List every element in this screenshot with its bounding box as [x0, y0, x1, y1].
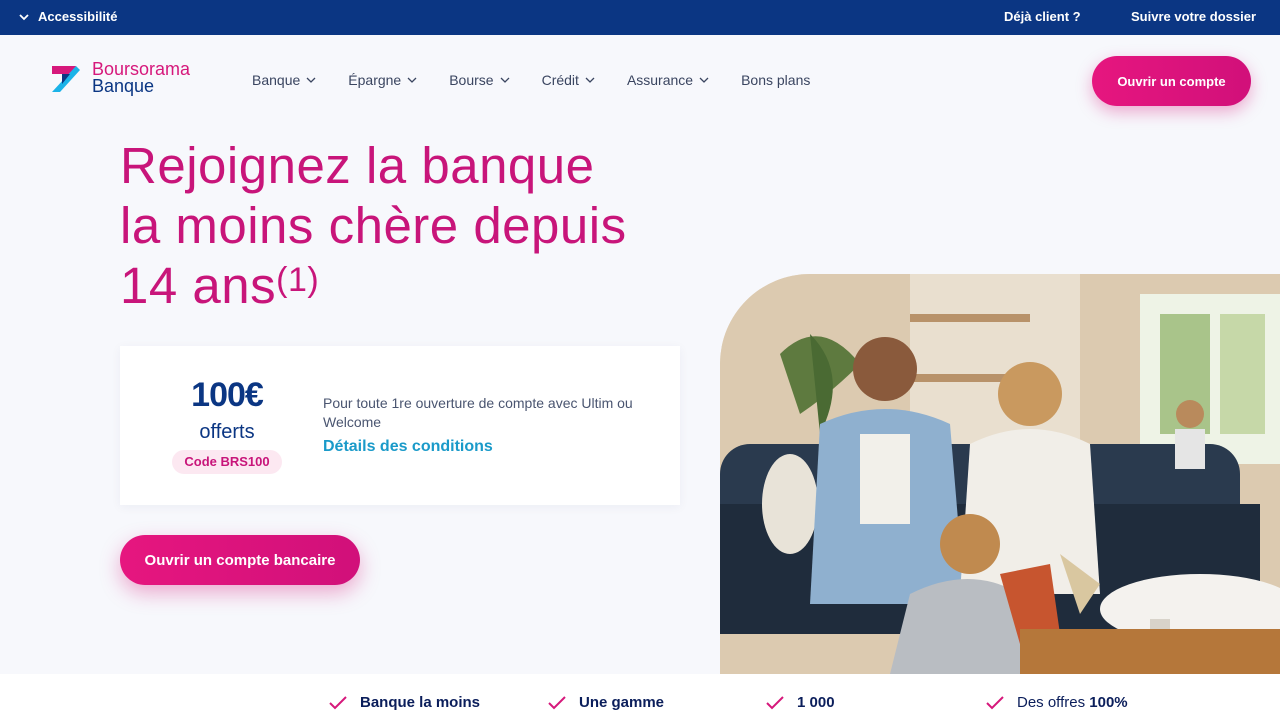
check-icon [986, 695, 1004, 709]
feature-prefix: Des offres [1017, 694, 1090, 711]
follow-file-link[interactable]: Suivre votre dossier [1131, 9, 1256, 24]
accessibility-toggle[interactable]: Accessibilité [18, 9, 118, 24]
nav-item-assurance[interactable]: Assurance [627, 72, 709, 88]
nav-item-label: Bons plans [741, 72, 811, 88]
feature-label: Des offres 100% [1017, 694, 1128, 711]
nav-item-label: Assurance [626, 72, 694, 88]
feature-bold: 100% [1089, 694, 1128, 711]
hero-title: Rejoignez la banque la moins chère depui… [120, 136, 720, 316]
nav-item-label: Épargne [348, 72, 402, 88]
nav-item-label: Crédit [541, 72, 579, 88]
chevron-down-icon [500, 77, 510, 83]
offer-details-link[interactable]: Détails des conditions [323, 438, 493, 456]
logo-line-2: Banque [92, 76, 155, 96]
feature-label: Une gamme [579, 694, 665, 711]
hero-line-3: 14 ans [120, 257, 277, 314]
chevron-down-icon [19, 13, 29, 20]
check-icon [329, 695, 347, 709]
check-icon [766, 695, 784, 709]
top-bar: Accessibilité Déjà client ? Suivre votre… [0, 0, 1280, 35]
check-icon [548, 695, 566, 709]
hero-line-2: la moins chère depuis [120, 197, 627, 254]
open-account-button[interactable]: Ouvrir un compte [1092, 56, 1251, 106]
offer-card: 100€ offerts Code BRS100 Pour toute 1re … [120, 346, 680, 505]
features-strip: Banque la moins Une gamme 1 000 Des offr… [0, 674, 1280, 720]
family-illustration [720, 274, 1280, 674]
feature-item: 1 000 [765, 694, 835, 711]
accessibility-label: Accessibilité [38, 9, 118, 24]
nav-item-label: Bourse [449, 72, 494, 88]
nav-item-epargne[interactable]: Épargne [348, 72, 417, 88]
hero-footnote[interactable]: (1) [276, 261, 319, 299]
promo-code-badge: Code BRS100 [172, 450, 282, 474]
nav-item-banque[interactable]: Banque [252, 72, 316, 88]
offer-description: Pour toute 1re ouverture de compte avec … [323, 395, 633, 430]
chevron-down-icon [699, 77, 709, 83]
existing-client-link[interactable]: Déjà client ? [1004, 9, 1081, 24]
hero-line-1: Rejoignez la banque [120, 137, 595, 194]
feature-item: Banque la moins [328, 694, 480, 711]
feature-label: Banque la moins [360, 694, 481, 711]
main-header: Boursorama Banque Banque Épargne Bourse … [0, 35, 1280, 125]
nav-item-label: Banque [252, 72, 301, 88]
feature-label: 1 000 [797, 694, 835, 711]
feature-item: Des offres 100% [985, 694, 1128, 711]
boursorama-logo[interactable]: Boursorama Banque [48, 60, 190, 96]
nav-item-bons-plans[interactable]: Bons plans [741, 72, 810, 88]
feature-item: Une gamme [547, 694, 664, 711]
nav-item-credit[interactable]: Crédit [542, 72, 595, 88]
brand-mark-icon [52, 66, 80, 92]
chevron-down-icon [306, 77, 316, 83]
chevron-down-icon [407, 77, 417, 83]
main-nav: Banque Épargne Bourse Crédit Assurance B… [252, 72, 842, 88]
hero-family-photo [720, 274, 1280, 674]
open-bank-account-button[interactable]: Ouvrir un compte bancaire [120, 535, 360, 585]
offer-amount: 100€ [191, 376, 264, 414]
offer-offered-label: offerts [199, 421, 255, 443]
nav-item-bourse[interactable]: Bourse [449, 72, 510, 88]
chevron-down-icon [585, 77, 595, 83]
